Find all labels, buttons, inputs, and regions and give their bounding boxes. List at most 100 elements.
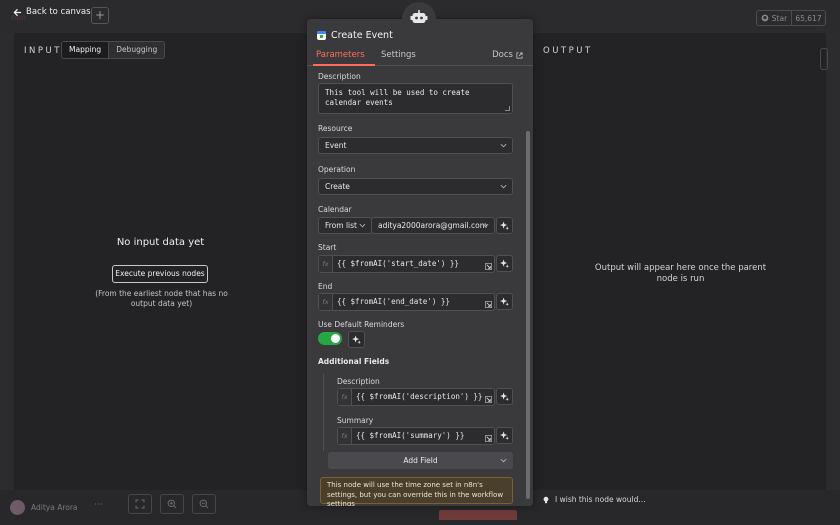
expand-icon[interactable] [485,263,492,270]
summary-field[interactable]: fx {{ $fromAI('summary') }} [337,427,495,445]
no-input-title: No input data yet [116,237,205,248]
back-to-canvas-label: Back to canvas [26,7,91,17]
chevron-down-icon [500,458,507,463]
github-star-count: 65,617 [795,13,822,23]
description-textarea[interactable]: This tool will be used to create calenda… [318,83,513,114]
mapping-tab[interactable]: Mapping [62,42,110,58]
zoom-out-icon [199,499,209,509]
calendar-label: Calendar [318,205,352,214]
operation-select[interactable]: Create [318,178,513,195]
chevron-down-icon [500,184,507,189]
tab-settings[interactable]: Settings [381,50,416,60]
add-node-button[interactable]: + [91,7,109,24]
ai-end-button[interactable] [496,293,513,310]
input-mode-switch: Mapping Debugging [61,41,166,59]
indent-divider [323,374,324,451]
additional-description-value: {{ $fromAI('description') }} [356,392,483,401]
sparkle-icon [500,297,509,306]
additional-description-label: Description [337,377,380,386]
github-icon [761,14,769,22]
resize-handle-icon[interactable] [505,106,510,111]
active-tab-indicator [313,64,375,66]
ai-calendar-button[interactable] [496,217,513,234]
expand-icon[interactable] [485,396,492,403]
node-title-text: Create Event [331,30,393,41]
arrow-left-icon [13,8,22,16]
calendar-select[interactable]: aditya2000arora@gmail.com [371,217,495,234]
user-menu[interactable]: Aditya Arora [10,500,78,515]
debugging-tab[interactable]: Debugging [109,42,164,58]
node-tabs: Parameters Settings Docs [307,49,533,66]
start-expression-field[interactable]: fx {{ $fromAI('start_date') }} [318,255,495,273]
scrollbar[interactable] [526,131,530,499]
tab-parameters[interactable]: Parameters [316,50,365,60]
output-panel-handle[interactable] [820,48,828,70]
sparkle-icon [500,221,509,230]
end-label: End [318,282,333,291]
backdrop-left [0,33,14,490]
calendar-mode-value: From list [325,221,357,230]
resource-value: Event [325,141,347,150]
ai-description-button[interactable] [496,388,513,405]
node-settings-modal: Create Event Parameters Settings Docs De… [307,19,533,506]
google-calendar-icon [317,31,326,40]
feedback-link[interactable]: I wish this node would... [542,495,646,504]
fx-icon: fx [319,294,333,310]
sparkle-icon [500,259,509,268]
default-reminders-toggle[interactable] [318,332,342,345]
expand-icon[interactable] [485,435,492,442]
additional-description-field[interactable]: fx {{ $fromAI('description') }} [337,388,495,406]
docs-link[interactable]: Docs [492,50,523,60]
calendar-mode-select[interactable]: From list [318,217,372,234]
operation-value: Create [325,182,350,191]
zoom-controls [128,494,216,514]
start-value: {{ $fromAI('start_date') }} [337,259,459,268]
timezone-notice: This node will use the time zone set in … [320,477,513,506]
add-field-button[interactable]: Add Field [328,452,513,469]
output-empty-message: Output will appear here once the parent … [594,263,767,284]
node-title[interactable]: Create Event [317,30,393,41]
output-panel-title: OUTPUT [543,46,593,56]
fit-view-icon [135,499,145,509]
output-panel: OUTPUT Output will appear here once the … [533,33,828,504]
description-value: This tool will be used to create calenda… [325,88,470,107]
calendar-value: aditya2000arora@gmail.com [378,221,488,230]
github-star-button[interactable]: Star 65,617 [756,10,826,26]
back-to-canvas-link[interactable]: Back to canvas [13,7,91,17]
add-field-label: Add Field [403,456,438,465]
zoom-in-icon [167,499,177,509]
zoom-in-button[interactable] [160,494,184,514]
zoom-out-button[interactable] [192,494,216,514]
sparkle-icon [500,431,509,440]
additional-fields-title: Additional Fields [318,357,390,366]
ai-start-button[interactable] [496,255,513,272]
ai-summary-button[interactable] [496,427,513,444]
chevron-down-icon [482,223,489,228]
expand-icon[interactable] [485,301,492,308]
resource-select[interactable]: Event [318,137,513,154]
more-options-icon[interactable]: ··· [94,500,103,510]
execute-note: (From the earliest node that has no outp… [95,289,228,308]
resource-label: Resource [318,124,353,133]
sparkle-icon [352,335,361,344]
execute-previous-nodes-button[interactable]: Execute previous nodes [112,265,208,283]
external-link-icon [516,51,523,59]
end-expression-field[interactable]: fx {{ $fromAI('end_date') }} [318,293,495,311]
sparkle-icon [500,392,509,401]
user-name: Aditya Arora [31,503,78,512]
fx-icon: fx [338,428,352,444]
fit-view-button[interactable] [128,494,152,514]
backdrop-right [826,33,840,490]
default-reminders-label: Use Default Reminders [318,320,405,329]
end-value: {{ $fromAI('end_date') }} [337,297,450,306]
start-label: Start [318,243,337,252]
docs-label: Docs [492,50,513,60]
avatar [10,500,25,515]
ai-reminders-button[interactable] [348,331,365,348]
chevron-down-icon [359,223,366,228]
lightbulb-icon [543,496,549,503]
operation-label: Operation [318,165,356,174]
feedback-link-label: I wish this node would... [555,495,646,504]
execute-workflow-button[interactable] [439,510,517,520]
chevron-down-icon [500,143,507,148]
